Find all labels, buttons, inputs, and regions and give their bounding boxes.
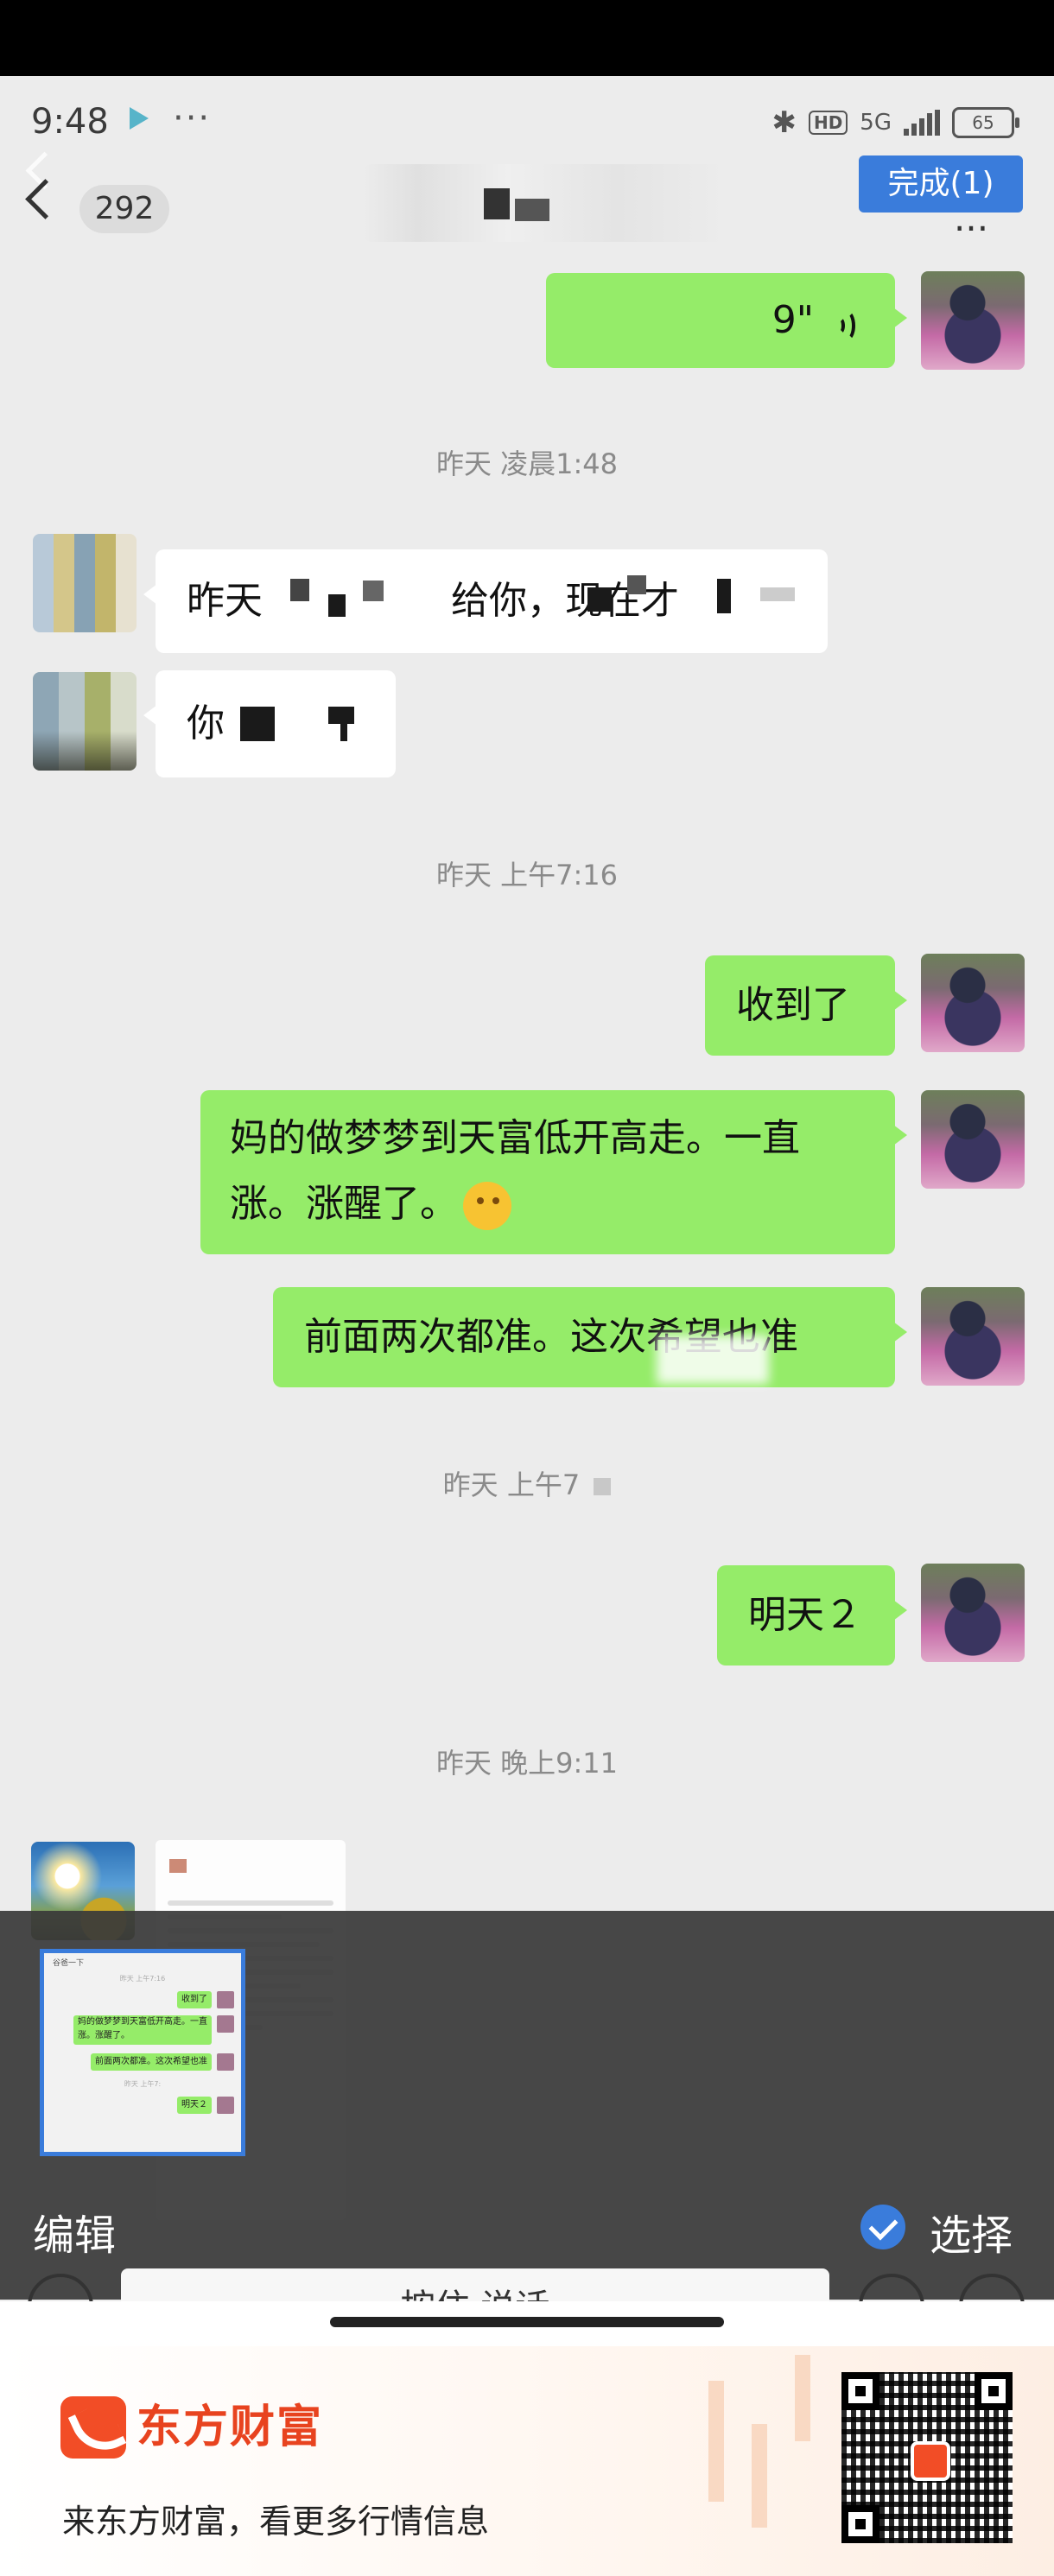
outgoing-message-bubble[interactable]: 收到了 xyxy=(705,955,907,1056)
home-indicator[interactable] xyxy=(330,2317,724,2327)
thumb-avatar xyxy=(217,2097,234,2114)
thumb-avatar xyxy=(217,2015,234,2033)
status-icons: ✱ HD 5G 65 xyxy=(771,105,1019,140)
incoming-message-bubble[interactable]: 你 xyxy=(143,670,396,777)
done-button[interactable]: 完成(1) xyxy=(859,155,1023,213)
outgoing-message-bubble[interactable]: 明天２ xyxy=(717,1565,907,1666)
unread-count-badge[interactable]: 292 xyxy=(79,185,169,233)
incoming-message-text: 你 xyxy=(187,701,225,746)
ad-banner[interactable]: 东方财富 来东方财富，看更多行情信息 xyxy=(0,2346,1054,2576)
play-icon xyxy=(130,107,149,130)
thumb-bubble-line-1: 妈的做梦梦到天富低开高走。一直 xyxy=(78,2017,207,2027)
chat-input-bar: 按住 说话 xyxy=(0,2256,1054,2301)
my-avatar[interactable] xyxy=(921,271,1025,370)
outgoing-message-text: 收到了 xyxy=(736,983,850,1027)
more-options-icon[interactable]: ··· xyxy=(954,207,988,250)
thumb-avatar xyxy=(217,2053,234,2071)
voice-duration: 9" xyxy=(771,298,814,342)
screenshot-thumbnail[interactable]: 谷爸一下 昨天 上午7:16 收到了 妈的做梦梦到天富低开高走。一直 涨。涨醒了。… xyxy=(40,1949,245,2156)
timestamp: 昨天 上午7 xyxy=(0,1463,1054,1503)
voice-input-icon[interactable] xyxy=(28,2274,93,2301)
incoming-message-text-start: 昨天 xyxy=(187,579,263,623)
redaction-block xyxy=(627,575,646,594)
redaction-block xyxy=(760,587,795,601)
screenshot-selection-overlay: 谷爸一下 昨天 上午7:16 收到了 妈的做梦梦到天富低开高走。一直 涨。涨醒了。… xyxy=(0,1911,1054,2300)
redaction-block xyxy=(340,724,347,741)
thumb-bubble: 收到了 xyxy=(177,1991,212,2008)
qr-finder-pattern xyxy=(975,2372,1013,2410)
thumb-timestamp: 昨天 上午7:16 xyxy=(119,1975,166,1983)
voice-message-bubble[interactable]: 9" xyxy=(546,273,907,368)
my-avatar[interactable] xyxy=(921,1287,1025,1386)
bluetooth-icon: ✱ xyxy=(771,105,797,140)
hold-to-talk-button[interactable]: 按住 说话 xyxy=(121,2268,829,2301)
redaction-block xyxy=(363,581,384,601)
signal-icon xyxy=(904,110,940,136)
contact-avatar[interactable] xyxy=(33,534,137,632)
qr-finder-pattern xyxy=(841,2505,879,2543)
home-indicator-area xyxy=(0,2301,1054,2346)
select-check-icon[interactable] xyxy=(860,2205,905,2249)
thumb-bubble: 明天２ xyxy=(177,2097,212,2114)
outgoing-message-bubble[interactable]: 妈的做梦梦到天富低开高走。一直 涨。涨醒了。 xyxy=(200,1090,907,1254)
timestamp-text: 昨天 上午7 xyxy=(442,1469,581,1501)
battery-icon: 65 xyxy=(952,107,1019,138)
outgoing-message-line-2: 涨。涨醒了。 xyxy=(230,1182,458,1226)
outgoing-message-line-1: 妈的做梦梦到天富低开高走。一直 xyxy=(230,1116,800,1160)
edit-button[interactable]: 编辑 xyxy=(33,2201,116,2262)
my-avatar[interactable] xyxy=(921,954,1025,1052)
thumb-bubble: 妈的做梦梦到天富低开高走。一直 涨。涨醒了。 xyxy=(73,2015,212,2045)
chat-header: 292 ··· 完成(1) xyxy=(0,147,1054,268)
emoji-icon[interactable] xyxy=(859,2274,924,2301)
outgoing-message-text: 明天２ xyxy=(748,1593,862,1637)
timestamp: 昨天 上午7:16 xyxy=(435,859,619,891)
redaction-block xyxy=(717,579,731,613)
outgoing-message-text: 前面两次都准。这次希望也准 xyxy=(304,1315,798,1359)
thumb-bubble-line-2: 涨。涨醒了。 xyxy=(78,2031,130,2040)
thumb-bubble: 前面两次都准。这次希望也准 xyxy=(91,2053,212,2071)
my-avatar[interactable] xyxy=(921,1564,1025,1662)
redaction-block xyxy=(328,707,354,724)
redaction-block xyxy=(240,707,275,741)
voice-wave-icon xyxy=(835,305,864,341)
thumb-avatar xyxy=(217,1991,234,2008)
redaction-block xyxy=(587,587,612,612)
back-arrow-icon[interactable] xyxy=(25,179,66,219)
ad-slogan: 来东方财富，看更多行情信息 xyxy=(62,2503,490,2541)
thumb-timestamp: 昨天 上午7: xyxy=(124,2080,162,2088)
contact-avatar[interactable] xyxy=(33,672,137,771)
status-time: 9:48 xyxy=(31,102,109,142)
ad-brand-name: 东方财富 xyxy=(137,2402,324,2453)
thinking-face-emoji-icon xyxy=(463,1182,511,1230)
timestamp: 昨天 晚上9:11 xyxy=(435,1747,619,1780)
more-notifications-icon: ··· xyxy=(173,98,212,138)
network-label: 5G xyxy=(860,110,892,136)
qr-finder-pattern xyxy=(841,2372,879,2410)
qr-code[interactable] xyxy=(841,2372,1013,2543)
my-avatar[interactable] xyxy=(921,1090,1025,1189)
east-money-logo-icon xyxy=(60,2396,126,2459)
select-button[interactable]: 选择 xyxy=(930,2201,1013,2262)
redaction-block xyxy=(328,594,346,617)
top-black-bar xyxy=(0,0,1054,76)
plus-icon[interactable] xyxy=(959,2274,1025,2301)
chat-title-mosaic xyxy=(484,188,579,232)
thumb-title: 谷爸一下 xyxy=(53,1959,85,1968)
incoming-message-bubble[interactable]: 昨天 给你，现在才 xyxy=(143,549,828,653)
hd-icon: HD xyxy=(808,111,848,135)
qr-logo-icon xyxy=(911,2441,950,2481)
redaction-block xyxy=(290,579,309,601)
timestamp: 昨天 凌晨1:48 xyxy=(435,447,619,480)
outgoing-message-bubble[interactable]: 前面两次都准。这次希望也准 xyxy=(273,1287,907,1387)
blur-patch xyxy=(657,1336,769,1384)
